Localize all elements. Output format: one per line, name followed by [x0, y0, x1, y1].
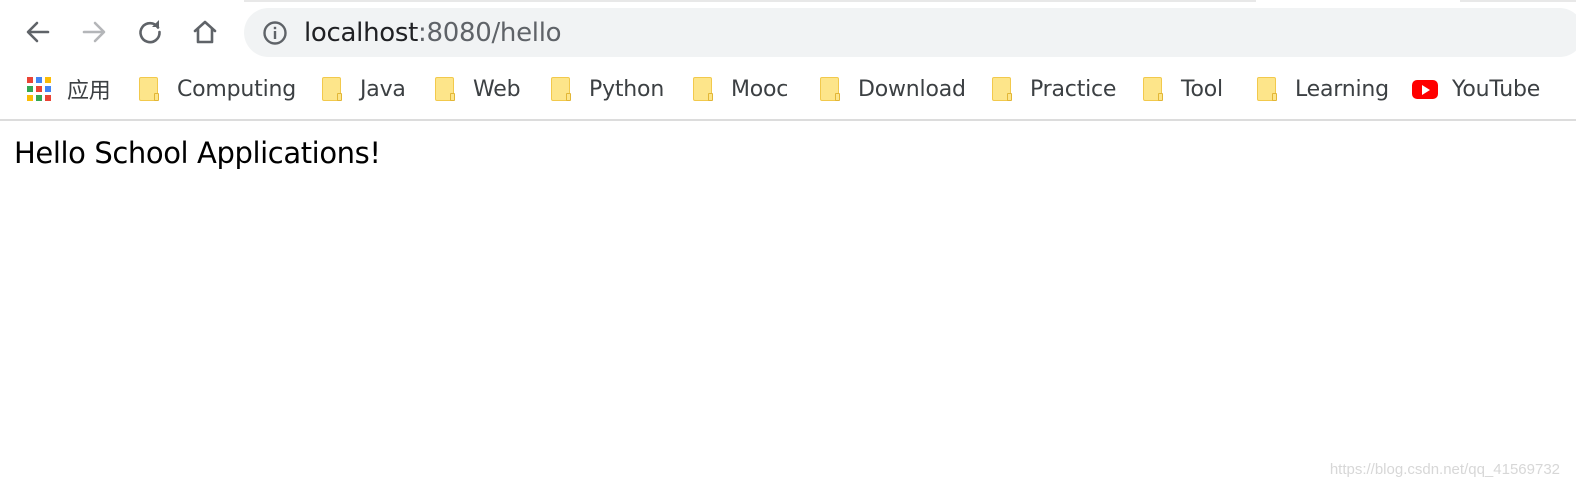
tab-strip-edge	[0, 0, 1576, 4]
folder-icon	[435, 76, 455, 102]
info-icon[interactable]	[262, 20, 288, 46]
bookmark-apps[interactable]: 应用	[27, 66, 111, 112]
bookmark-label: Python	[589, 76, 665, 102]
watermark: https://blog.csdn.net/qq_41569732	[1329, 461, 1560, 478]
folder-icon	[322, 76, 342, 102]
folder-icon	[992, 76, 1012, 102]
folder-icon	[1143, 76, 1163, 102]
browser-chrome: localhost:8080/hello 应用 Computing Java W…	[0, 0, 1576, 121]
forward-button[interactable]	[76, 14, 112, 50]
bookmark-folder-tool[interactable]: Tool	[1143, 66, 1223, 112]
folder-icon	[693, 76, 713, 102]
bookmark-folder-download[interactable]: Download	[820, 66, 966, 112]
arrow-left-icon	[26, 21, 50, 43]
page-content-text: Hello School Applications!	[14, 136, 381, 170]
bookmark-label: Learning	[1295, 76, 1389, 102]
folder-icon	[551, 76, 571, 102]
bookmark-label: Tool	[1181, 76, 1223, 102]
bookmark-folder-java[interactable]: Java	[322, 66, 406, 112]
bookmarks-bar: 应用 Computing Java Web Python Mooc Downlo…	[0, 66, 1576, 112]
bookmark-label: Download	[858, 76, 966, 102]
bookmark-folder-python[interactable]: Python	[551, 66, 664, 112]
reload-icon	[139, 20, 161, 44]
bookmark-folder-computing[interactable]: Computing	[139, 66, 296, 112]
folder-icon	[1257, 76, 1277, 102]
home-icon	[193, 20, 217, 44]
bookmark-youtube-label: YouTube	[1452, 76, 1541, 102]
back-button[interactable]	[20, 14, 56, 50]
folder-icon	[139, 76, 159, 102]
reload-button[interactable]	[132, 14, 168, 50]
url-path: :8080/hello	[418, 18, 562, 48]
url-host: localhost	[304, 18, 419, 48]
bookmark-label: Web	[473, 76, 521, 102]
apps-grid-icon	[27, 77, 51, 101]
folder-icon	[820, 76, 840, 102]
url-text[interactable]: localhost:8080/hello	[304, 18, 562, 48]
address-bar[interactable]: localhost:8080/hello	[244, 8, 1576, 57]
bookmark-folder-practice[interactable]: Practice	[992, 66, 1116, 112]
arrow-right-icon	[82, 21, 106, 43]
bookmark-label: Mooc	[731, 76, 789, 102]
bookmark-label: Computing	[177, 76, 297, 102]
youtube-icon	[1412, 79, 1438, 99]
bookmark-youtube[interactable]: YouTube	[1412, 66, 1540, 112]
bookmark-label: Practice	[1030, 76, 1117, 102]
bookmark-apps-label: 应用	[67, 79, 111, 104]
bookmark-folder-web[interactable]: Web	[435, 66, 521, 112]
bookmark-folder-learning[interactable]: Learning	[1257, 66, 1389, 112]
home-button[interactable]	[187, 14, 223, 50]
bookmark-label: Java	[360, 76, 406, 102]
bookmark-folder-mooc[interactable]: Mooc	[693, 66, 788, 112]
